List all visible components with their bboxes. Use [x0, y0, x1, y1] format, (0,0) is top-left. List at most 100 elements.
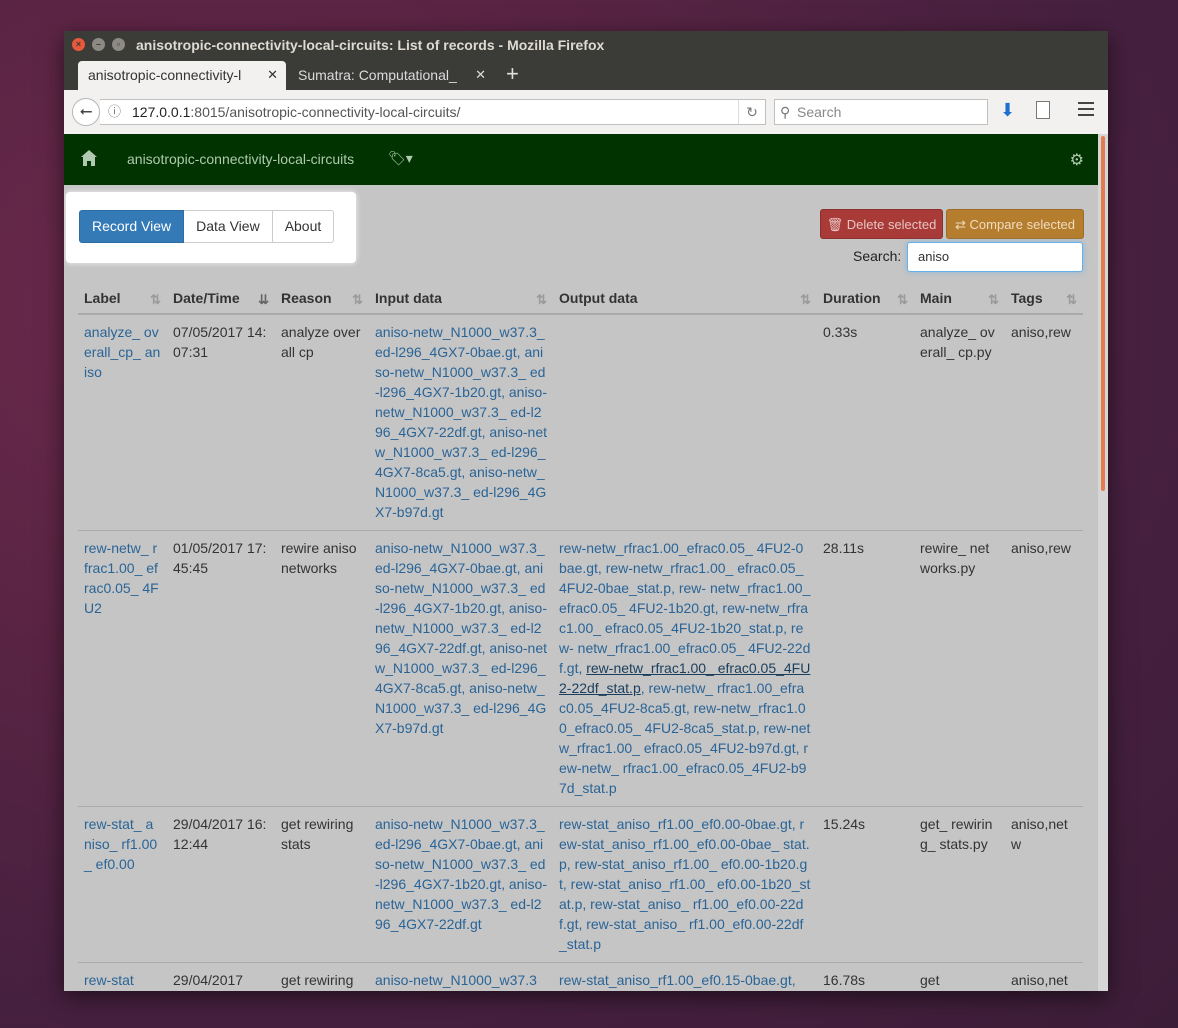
- records-table: Label ⇅ Date/Time ⇊ Reason ⇅ Input data ⇅ Ou…: [78, 284, 1083, 991]
- about-button[interactable]: About: [272, 210, 335, 243]
- page-icon[interactable]: [1036, 101, 1050, 119]
- tab-sumatra[interactable]: Sumatra: Computational_ ✕: [288, 61, 494, 90]
- record-main: rewire_ networks.py: [914, 530, 1005, 807]
- delete-selected-button[interactable]: 🗑 Delete selected: [820, 209, 943, 239]
- record-tags: aniso,netw: [1005, 962, 1083, 991]
- header-output-data[interactable]: Output data ⇅: [553, 284, 817, 315]
- record-tags: aniso,netw: [1005, 806, 1083, 963]
- url-bar[interactable]: ⓘ 127.0.0.1:8015/anisotropic-connectivit…: [100, 99, 766, 125]
- record-reason: rewire aniso networks: [275, 530, 369, 807]
- record-input-links[interactable]: aniso-netw_N1000_w37.3: [369, 962, 553, 991]
- record-view-button[interactable]: Record View: [79, 210, 185, 243]
- record-reason: get rewiring stats: [275, 806, 369, 963]
- output-links-part[interactable]: rew-netw_rfrac1.00_efrac0.05_ 4FU2-0bae.…: [559, 540, 810, 676]
- trash-icon: 🗑: [826, 217, 844, 232]
- reload-icon[interactable]: ↻: [738, 100, 765, 124]
- record-label-link[interactable]: rew-stat: [78, 962, 167, 991]
- table-row[interactable]: rew-stat 29/04/2017 get rewiring aniso-n…: [78, 962, 1083, 991]
- header-label[interactable]: Label ⇅: [78, 284, 167, 315]
- record-duration: 0.33s: [817, 313, 914, 531]
- record-duration: 15.24s: [817, 806, 914, 963]
- hamburger-menu-icon[interactable]: [1078, 102, 1094, 120]
- table-row[interactable]: rew-stat_ aniso_ rf1.00_ ef0.00 29/04/20…: [78, 806, 1083, 963]
- window-title: anisotropic-connectivity-local-circuits:…: [136, 37, 605, 53]
- table-row[interactable]: analyze_ overall_cp_ aniso 07/05/2017 14…: [78, 313, 1083, 531]
- record-datetime: 29/04/2017: [167, 962, 275, 991]
- tab-records[interactable]: anisotropic-connectivity-l ✕: [78, 61, 286, 90]
- search-icon: ⚲: [780, 104, 791, 120]
- sort-icon[interactable]: ⇅: [536, 292, 547, 308]
- tab-label: Sumatra: Computational_: [298, 67, 457, 83]
- compare-label: Compare selected: [969, 217, 1076, 232]
- record-input-links[interactable]: aniso-netw_N1000_w37.3_ ed-l296_4GX7-0ba…: [369, 530, 553, 807]
- minimize-window-button[interactable]: –: [92, 38, 105, 51]
- record-tags: aniso,rew: [1005, 530, 1083, 807]
- sort-icon[interactable]: ⇅: [988, 292, 999, 308]
- maximize-window-button[interactable]: ▫: [112, 38, 125, 51]
- url-path: :8015/anisotropic-connectivity-local-cir…: [190, 104, 461, 120]
- gear-icon[interactable]: ⚙: [1070, 150, 1084, 170]
- new-tab-button[interactable]: +: [506, 61, 519, 87]
- tag-dropdown-icon[interactable]: 🏷▾: [388, 150, 413, 167]
- header-input-data[interactable]: Input data ⇅: [369, 284, 553, 315]
- header-tags[interactable]: Tags ⇅: [1005, 284, 1083, 315]
- scrollbar-thumb[interactable]: [1101, 136, 1105, 491]
- record-duration: 16.78s: [817, 962, 914, 991]
- record-output-links[interactable]: rew-netw_rfrac1.00_efrac0.05_ 4FU2-0bae.…: [553, 530, 817, 807]
- browser-window: × – ▫ anisotropic-connectivity-local-cir…: [64, 31, 1108, 991]
- record-datetime: 01/05/2017 17:45:45: [167, 530, 275, 807]
- record-label-link[interactable]: rew-stat_ aniso_ rf1.00_ ef0.00: [78, 806, 167, 963]
- info-icon[interactable]: ⓘ: [108, 100, 121, 124]
- sort-icon[interactable]: ⇅: [150, 292, 161, 308]
- compare-icon: ⇄: [954, 217, 966, 232]
- record-datetime: 29/04/2017 16:12:44: [167, 806, 275, 963]
- close-window-button[interactable]: ×: [72, 38, 85, 51]
- sort-icon[interactable]: ⇅: [1066, 292, 1077, 308]
- page-scrollbar[interactable]: [1098, 134, 1108, 991]
- project-name[interactable]: anisotropic-connectivity-local-circuits: [127, 151, 354, 167]
- sort-icon[interactable]: ⇅: [897, 292, 908, 308]
- record-duration: 28.11s: [817, 530, 914, 807]
- output-links-part[interactable]: , rew-netw_ rfrac1.00_efrac0.05_4FU2-8ca…: [559, 680, 810, 796]
- view-switcher: Record View Data View About: [66, 192, 356, 263]
- header-datetime[interactable]: Date/Time ⇊: [167, 284, 275, 315]
- header-main[interactable]: Main ⇅: [914, 284, 1005, 315]
- compare-selected-button[interactable]: ⇄ Compare selected: [946, 209, 1084, 239]
- record-reason: get rewiring: [275, 962, 369, 991]
- title-bar: × – ▫ anisotropic-connectivity-local-cir…: [64, 31, 1108, 59]
- record-output-links[interactable]: [553, 313, 817, 531]
- record-input-links[interactable]: aniso-netw_N1000_w37.3_ ed-l296_4GX7-0ba…: [369, 313, 553, 531]
- record-input-links[interactable]: aniso-netw_N1000_w37.3_ ed-l296_4GX7-0ba…: [369, 806, 553, 963]
- record-main: get: [914, 962, 1005, 991]
- tab-bar: anisotropic-connectivity-l ✕ Sumatra: Co…: [64, 59, 1108, 90]
- sort-desc-icon[interactable]: ⇊: [258, 292, 269, 308]
- tab-label: anisotropic-connectivity-l: [88, 67, 242, 83]
- browser-search-input[interactable]: ⚲ Search: [774, 99, 988, 125]
- download-icon[interactable]: ⬇: [1000, 100, 1015, 121]
- header-reason[interactable]: Reason ⇅: [275, 284, 369, 315]
- record-reason: analyze overall cp: [275, 313, 369, 531]
- record-main: get_ rewiring_ stats.py: [914, 806, 1005, 963]
- app-navbar: anisotropic-connectivity-local-circuits …: [64, 134, 1098, 185]
- navigation-bar: ⭠ ⓘ 127.0.0.1:8015/anisotropic-connectiv…: [64, 90, 1108, 135]
- back-button[interactable]: ⭠: [72, 98, 100, 126]
- sort-icon[interactable]: ⇅: [800, 292, 811, 308]
- sort-icon[interactable]: ⇅: [352, 292, 363, 308]
- record-search-input[interactable]: aniso: [907, 242, 1083, 272]
- record-datetime: 07/05/2017 14:07:31: [167, 313, 275, 531]
- search-label: Search:: [853, 248, 902, 264]
- search-placeholder: Search: [797, 104, 842, 120]
- table-header-row: Label ⇅ Date/Time ⇊ Reason ⇅ Input data ⇅ Ou…: [78, 284, 1083, 315]
- close-tab-icon[interactable]: ✕: [475, 67, 486, 83]
- close-tab-icon[interactable]: ✕: [267, 67, 278, 83]
- url-host: 127.0.0.1: [132, 104, 191, 120]
- delete-label: Delete selected: [846, 217, 937, 232]
- record-label-link[interactable]: rew-netw_ rfrac1.00_ efrac0.05_ 4FU2: [78, 530, 167, 807]
- header-duration[interactable]: Duration ⇅: [817, 284, 914, 315]
- record-label-link[interactable]: analyze_ overall_cp_ aniso: [78, 313, 167, 531]
- record-output-links[interactable]: rew-stat_aniso_rf1.00_ef0.00-0bae.gt, re…: [553, 806, 817, 963]
- home-icon[interactable]: [80, 149, 98, 167]
- data-view-button[interactable]: Data View: [184, 210, 273, 243]
- table-row[interactable]: rew-netw_ rfrac1.00_ efrac0.05_ 4FU2 01/…: [78, 530, 1083, 807]
- record-output-links[interactable]: rew-stat_aniso_rf1.00_ef0.15-0bae.gt,: [553, 962, 817, 991]
